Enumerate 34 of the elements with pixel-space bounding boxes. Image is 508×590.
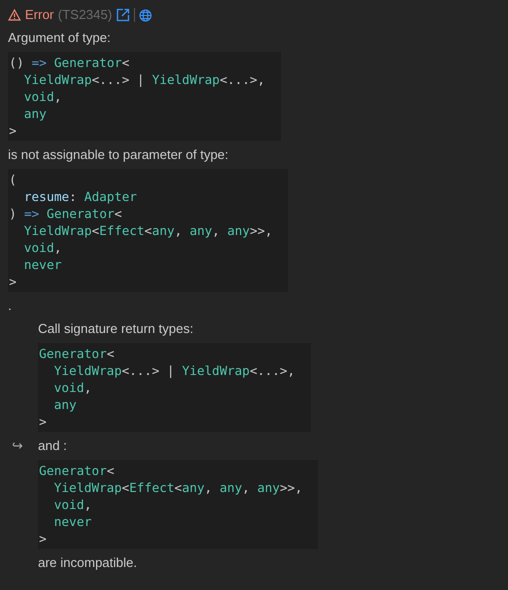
code-line: YieldWrap<...> | YieldWrap<...>, xyxy=(53,362,295,379)
message-text: . xyxy=(8,298,12,313)
code-line: ) => Generator< xyxy=(8,205,122,222)
error-code: (TS2345) xyxy=(58,6,112,24)
code-line: any xyxy=(53,396,77,413)
message-text: and : xyxy=(38,437,67,455)
message-text: is not assignable to parameter of type: xyxy=(8,147,228,162)
code-line: () => Generator< xyxy=(8,54,130,71)
code-line: never xyxy=(53,513,92,530)
code-line: void, xyxy=(23,88,62,105)
error-label: Error xyxy=(25,6,54,24)
code-line: > xyxy=(8,122,17,139)
code-line: ( xyxy=(8,171,17,188)
code-line: void, xyxy=(23,239,62,256)
code-line: void, xyxy=(53,379,92,396)
code-line: YieldWrap<Effect<any, any, any>>, xyxy=(23,222,272,239)
message-text: Call signature return types: xyxy=(38,321,194,336)
code-line: Generator< xyxy=(38,345,114,362)
globe-icon[interactable] xyxy=(139,8,152,22)
code-line: void, xyxy=(53,496,92,513)
warning-icon xyxy=(8,9,21,21)
message-text: Argument of type: xyxy=(8,30,111,45)
code-line: resume: Adapter xyxy=(23,188,137,205)
code-line: > xyxy=(8,273,17,290)
code-line: never xyxy=(23,256,62,273)
code-line: YieldWrap<Effect<any, any, any>>, xyxy=(53,479,302,496)
code-line: any xyxy=(23,105,47,122)
external-link-icon[interactable] xyxy=(116,8,130,22)
arrow-marker: ↪ xyxy=(12,438,23,453)
code-line: > xyxy=(38,530,47,547)
code-line: Generator< xyxy=(38,462,114,479)
message-text: are incompatible. xyxy=(38,555,137,570)
code-line: > xyxy=(38,413,47,430)
code-line: YieldWrap<...> | YieldWrap<...>, xyxy=(23,71,265,88)
